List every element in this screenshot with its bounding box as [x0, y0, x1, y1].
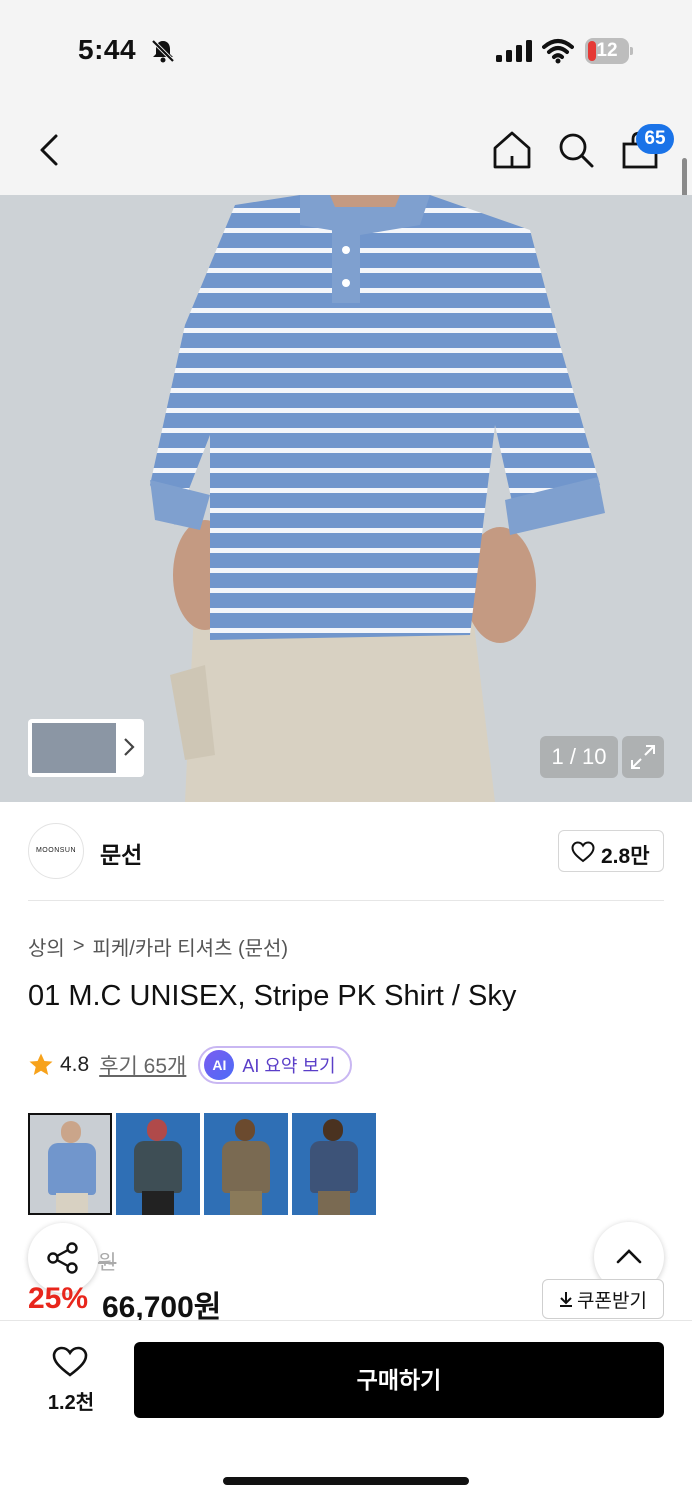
product-main-image[interactable] — [0, 195, 692, 802]
breadcrumb-category[interactable]: 상의 — [28, 932, 65, 961]
brand-logo[interactable]: MOONSUN — [28, 823, 84, 879]
bell-off-icon — [151, 39, 175, 63]
gallery-thumbnail-strip[interactable] — [28, 719, 144, 777]
discount-rate: 25% — [28, 1282, 89, 1315]
chevron-right-icon — [124, 738, 135, 756]
color-option-navy[interactable] — [292, 1113, 376, 1215]
expand-image-button[interactable] — [622, 736, 664, 778]
status-bar: 5:44 12 — [0, 0, 692, 100]
buy-button[interactable]: 구매하기 — [134, 1342, 664, 1418]
brand-name[interactable]: 문선 — [100, 836, 142, 870]
battery-indicator: 12 — [585, 38, 633, 64]
coupon-download-button[interactable]: 쿠폰받기 — [542, 1279, 664, 1319]
heart-icon — [571, 841, 595, 863]
gallery-thumbnails — [32, 723, 116, 773]
color-option-charcoal[interactable] — [116, 1113, 200, 1215]
rating-value: 4.8 — [60, 1053, 90, 1076]
heart-icon — [52, 1346, 88, 1377]
share-icon — [47, 1242, 78, 1274]
back-button[interactable] — [30, 128, 70, 172]
star-icon — [29, 1053, 53, 1075]
ai-summary-label: AI 요약 보기 — [242, 1056, 336, 1076]
cart-count-badge: 65 — [636, 124, 674, 154]
original-price: 원 — [98, 1252, 117, 1274]
brand-like-button[interactable]: 2.8만 — [558, 830, 664, 872]
model-photo — [0, 195, 692, 802]
brand-like-count: 2.8만 — [601, 845, 650, 868]
wifi-icon — [542, 39, 574, 64]
search-icon[interactable] — [554, 128, 598, 172]
reviews-link[interactable]: 후기 65개 — [99, 1050, 186, 1080]
wishlist-button[interactable]: 1.2천 — [36, 1344, 106, 1420]
status-time: 5:44 — [78, 34, 137, 65]
image-page-counter: 1 / 10 — [540, 736, 618, 778]
home-indicator — [223, 1477, 469, 1485]
ai-summary-button[interactable]: AI AI 요약 보기 — [198, 1046, 352, 1084]
breadcrumb-subcategory[interactable]: 피케/카라 티셔츠 (문선) — [93, 932, 289, 961]
rating-row: 4.8 후기 65개 AI AI 요약 보기 — [28, 1046, 352, 1084]
breadcrumb-separator: > — [72, 935, 85, 957]
expand-icon — [631, 745, 655, 769]
download-icon — [560, 1292, 573, 1307]
divider — [28, 900, 664, 901]
signal-icon — [496, 40, 532, 62]
wishlist-count: 1.2천 — [47, 1392, 95, 1414]
product-title: 01 M.C UNISEX, Stripe PK Shirt / Sky — [28, 980, 517, 1012]
ai-badge-icon: AI — [204, 1050, 235, 1080]
color-option-brown[interactable] — [204, 1113, 288, 1215]
color-options — [28, 1113, 376, 1215]
breadcrumb: 상의 > 피케/카라 티셔츠 (문선) — [28, 932, 288, 961]
battery-level: 12 — [596, 40, 618, 61]
coupon-label: 쿠폰받기 — [577, 1290, 647, 1312]
home-icon[interactable] — [490, 128, 534, 172]
chevron-up-icon — [616, 1249, 642, 1264]
app-header — [0, 100, 692, 195]
color-option-sky[interactable] — [28, 1113, 112, 1215]
